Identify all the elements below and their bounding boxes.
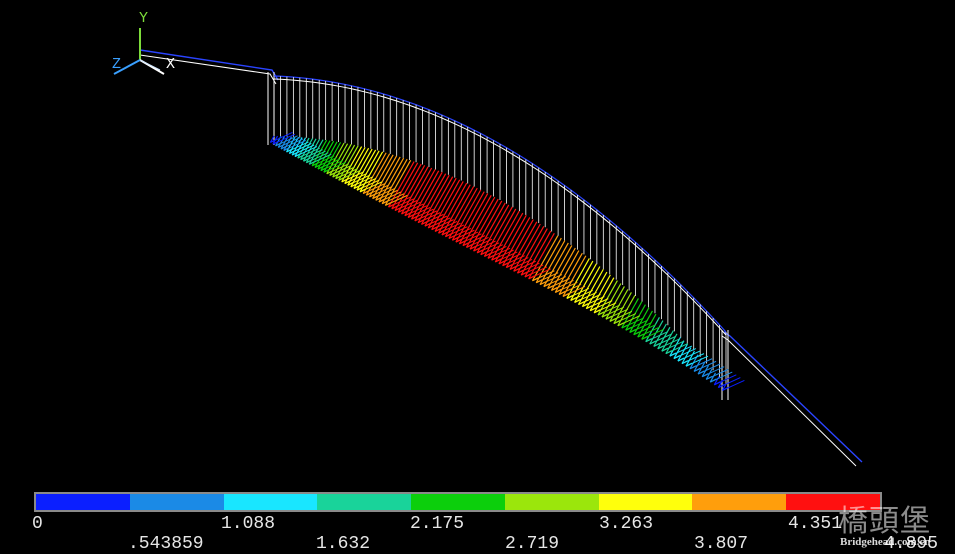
graphics-viewport[interactable]: [0, 0, 955, 554]
watermark-logo: 橋頭堡: [838, 504, 931, 539]
legend-tick: 0: [32, 514, 43, 534]
legend-tick: 3.263: [599, 514, 654, 534]
contour-legend-bar: [34, 492, 882, 512]
legend-tick: 1.088: [221, 514, 276, 534]
legend-swatch: [129, 494, 224, 510]
bridge-vector-plot: [113, 28, 863, 467]
main-cable: [273, 78, 727, 336]
displacement-vector: [547, 245, 573, 289]
displacement-vector: [335, 144, 356, 179]
legend-swatch: [317, 494, 412, 510]
displacement-vector: [341, 146, 363, 183]
displacement-vector: [558, 252, 583, 295]
legend-swatch: [692, 494, 787, 510]
displacement-vector: [550, 247, 576, 291]
z-axis-label: Z: [112, 56, 122, 73]
displacement-vector: [535, 237, 562, 283]
displacement-vector: [554, 250, 580, 293]
displacement-vector: [539, 240, 566, 285]
legend-tick: 3.807: [694, 534, 749, 554]
y-axis-label: Y: [139, 10, 149, 27]
legend-swatch: [504, 494, 599, 510]
legend-tick: 1.632: [316, 534, 371, 554]
triad-x-axis: [139, 59, 161, 71]
legend-tick: .543859: [128, 534, 204, 554]
displacement-vector: [543, 242, 569, 287]
legend-swatch: [598, 494, 693, 510]
legend-tick: 2.719: [505, 534, 560, 554]
backstay-cable: [721, 335, 857, 467]
watermark: 橋頭堡 Bridgehead.com.cn: [832, 496, 952, 554]
legend-tick: 2.175: [410, 514, 465, 534]
displacement-vector: [531, 235, 559, 282]
legend-swatch: [411, 494, 505, 510]
displacement-vector: [338, 145, 359, 181]
legend-swatch: [36, 494, 130, 510]
legend-swatch: [223, 494, 318, 510]
x-axis-label: X: [166, 56, 176, 73]
displacement-vector: [344, 147, 366, 184]
displacement-vector: [617, 295, 636, 327]
displacement-vector: [562, 255, 587, 297]
watermark-url: Bridgehead.com.cn: [840, 536, 931, 548]
approach-cable: [139, 54, 277, 85]
backstay-cable: [723, 331, 863, 463]
